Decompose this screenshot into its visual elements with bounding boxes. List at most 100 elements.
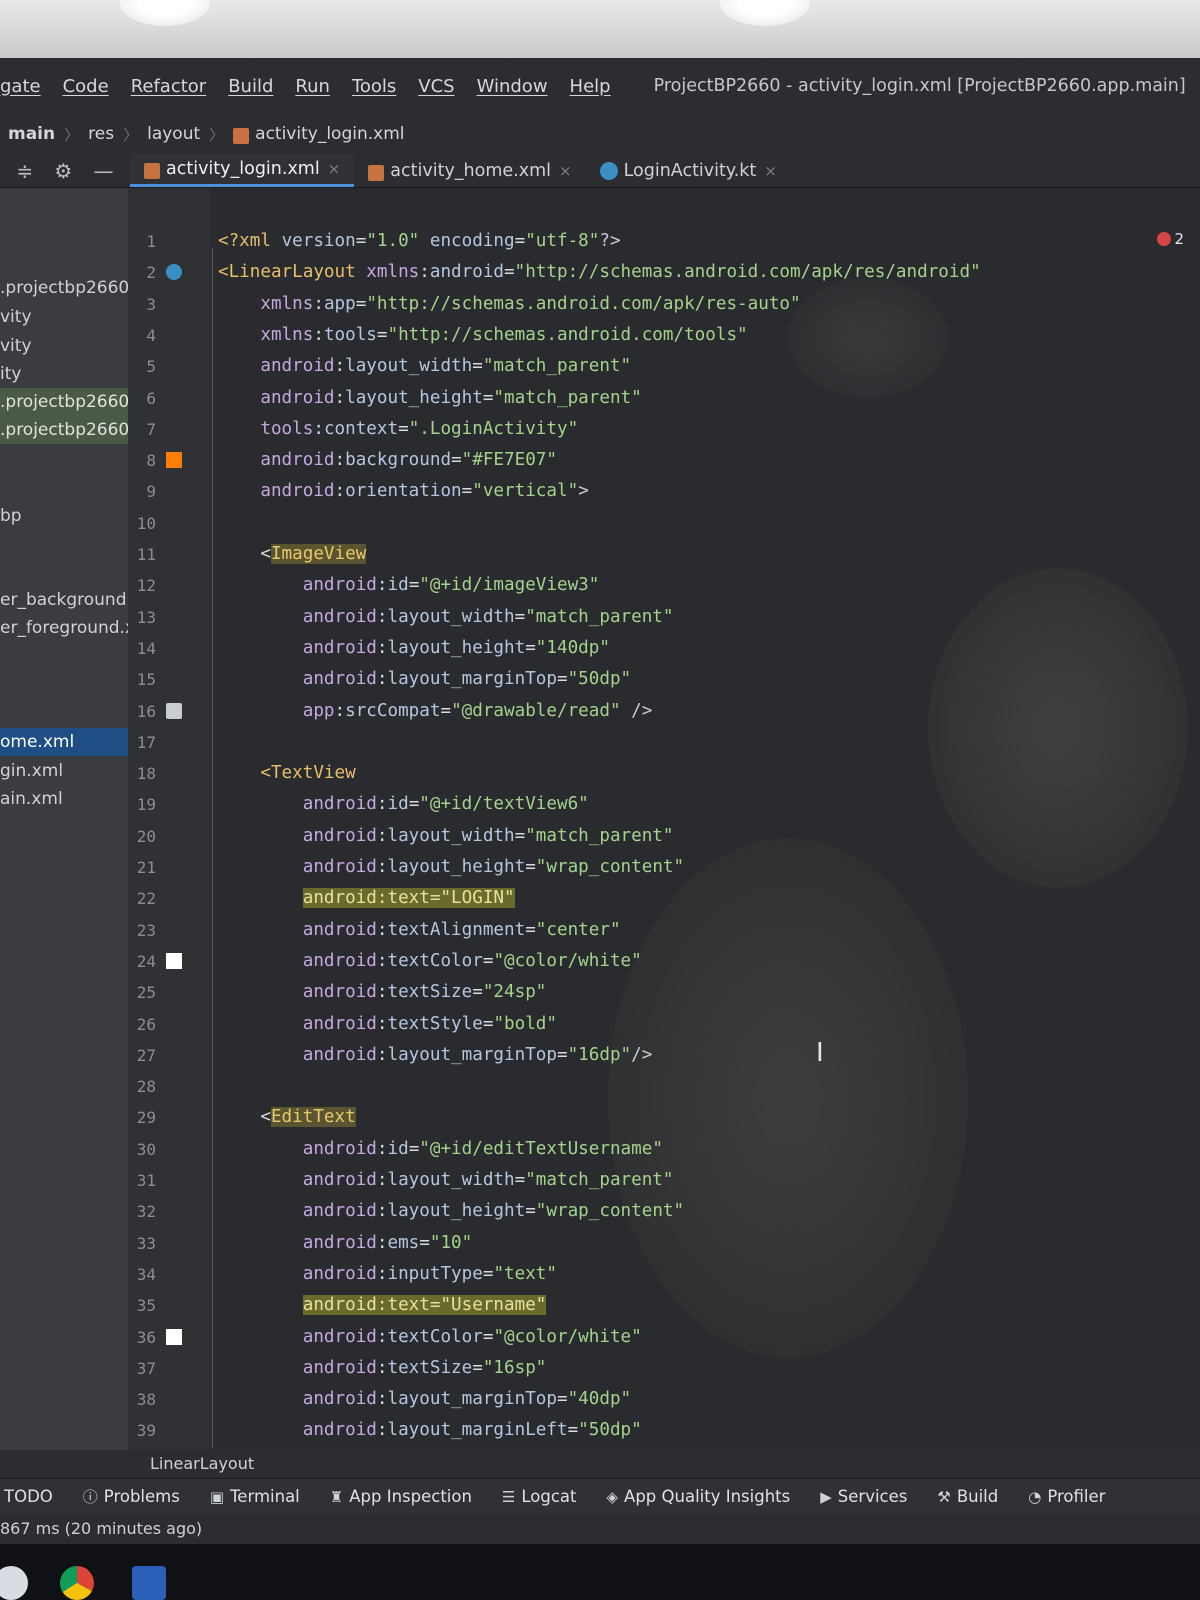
menu-navigate[interactable]: gate <box>0 76 52 97</box>
code-line[interactable]: 2 <LinearLayout xmlns:android="http://sch… <box>128 257 1200 288</box>
line-number: 31 <box>136 1171 156 1190</box>
tree-item[interactable]: .projectbp2660 <box>0 274 128 302</box>
close-icon[interactable]: × <box>559 162 572 180</box>
start-icon[interactable] <box>0 1566 28 1600</box>
code-line[interactable]: 28 <box>128 1071 1200 1102</box>
menu-run[interactable]: Run <box>284 76 341 97</box>
code-line[interactable]: 26 android:textStyle="bold" <box>128 1009 1200 1040</box>
tree-item[interactable]: ain.xml <box>0 785 128 813</box>
menu-window[interactable]: Window <box>466 76 559 97</box>
tree-item[interactable]: er_foreground.xm <box>0 614 128 642</box>
structure-path[interactable]: LinearLayout <box>150 1454 254 1473</box>
code-line[interactable]: 36 android:textColor="@color/white" <box>128 1322 1200 1353</box>
kotlin-class-icon <box>599 161 618 180</box>
code-line[interactable]: 1 <?xml version="1.0" encoding="utf-8"?> <box>128 226 1200 257</box>
tree-item[interactable]: .projectbp2660 ( <box>0 416 128 444</box>
kotlin-class-icon[interactable] <box>166 264 182 281</box>
code-line[interactable]: 13 android:layout_width="match_parent" <box>128 602 1200 633</box>
code-line[interactable]: 15 android:layout_marginTop="50dp" <box>128 664 1200 695</box>
problems-button[interactable]: ⓘ Problems <box>83 1486 180 1507</box>
code-text: android:background="#FE7E07" <box>260 450 557 471</box>
editor-tab-bar: ≑ ⚙ — activity_login.xml × activity_home… <box>0 154 1200 188</box>
build-button[interactable]: ⚒ Build <box>937 1487 998 1506</box>
code-line[interactable]: 31 android:layout_width="match_parent" <box>128 1165 1200 1196</box>
code-line[interactable]: 18 <TextView <box>128 758 1200 789</box>
tree-item[interactable]: vity <box>0 303 128 331</box>
gear-icon[interactable]: ⚙ <box>54 159 72 183</box>
color-swatch-icon[interactable] <box>166 1328 182 1345</box>
code-line[interactable]: 16 app:srcCompat="@drawable/read" /> <box>128 696 1200 727</box>
code-line[interactable]: 30 android:id="@+id/editTextUsername" <box>128 1134 1200 1165</box>
code-line[interactable]: 7 tools:context=".LoginActivity" <box>128 414 1200 445</box>
code-line[interactable]: 14 android:layout_height="140dp" <box>128 633 1200 664</box>
code-line[interactable]: 33 android:ems="10" <box>128 1228 1200 1259</box>
tree-item[interactable]: bp <box>0 502 128 530</box>
terminal-button[interactable]: ▣ Terminal <box>210 1487 300 1506</box>
close-icon[interactable]: × <box>328 160 341 178</box>
code-line[interactable]: 29 <EditText <box>128 1102 1200 1133</box>
menu-tools[interactable]: Tools <box>341 76 407 97</box>
chrome-icon[interactable] <box>60 1566 94 1600</box>
code-line[interactable]: 19 android:id="@+id/textView6" <box>128 789 1200 820</box>
code-text: android:textSize="16sp" <box>302 1357 547 1378</box>
profiler-button[interactable]: ◔ Profiler <box>1028 1487 1105 1506</box>
services-label: Services <box>837 1487 908 1506</box>
code-line[interactable]: 20 android:layout_width="match_parent" <box>128 821 1200 852</box>
services-button[interactable]: ▶ Services <box>820 1487 907 1506</box>
logcat-button[interactable]: ☰ Logcat <box>502 1487 577 1506</box>
menu-vcs[interactable]: VCS <box>407 76 465 97</box>
code-line[interactable]: 11 <ImageView <box>128 539 1200 570</box>
code-line[interactable]: 23 android:textAlignment="center" <box>128 915 1200 946</box>
code-text: android:textColor="@color/white" <box>302 950 642 971</box>
tab-activity-home[interactable]: activity_home.xml × <box>354 154 585 187</box>
code-line[interactable]: 34 android:inputType="text" <box>128 1259 1200 1290</box>
structure-breadcrumb: LinearLayout <box>0 1450 1200 1478</box>
color-swatch-icon[interactable] <box>166 452 182 469</box>
code-line[interactable]: 38 android:layout_marginTop="40dp" <box>128 1384 1200 1415</box>
tree-item[interactable]: vity <box>0 332 128 360</box>
tree-item[interactable]: .projectbp2660 ( <box>0 388 128 416</box>
menu-code[interactable]: Code <box>52 76 120 97</box>
code-line[interactable]: 12 android:id="@+id/imageView3" <box>128 570 1200 601</box>
tab-activity-login[interactable]: activity_login.xml × <box>130 154 355 187</box>
close-icon[interactable]: × <box>764 162 777 180</box>
word-icon[interactable] <box>132 1566 166 1600</box>
tree-item[interactable]: gin.xml <box>0 757 128 785</box>
code-line[interactable]: 25 android:textSize="24sp" <box>128 977 1200 1008</box>
code-line[interactable]: 37 android:textSize="16sp" <box>128 1353 1200 1384</box>
app-inspection-button[interactable]: ♜ App Inspection <box>330 1487 472 1506</box>
code-line[interactable]: 5 android:layout_width="match_parent" <box>128 351 1200 382</box>
breadcrumb-layout[interactable]: layout <box>147 124 200 144</box>
code-line[interactable]: 3 xmlns:app="http://schemas.android.com/… <box>128 289 1200 320</box>
code-line[interactable]: 4 xmlns:tools="http://schemas.android.co… <box>128 320 1200 351</box>
code-line[interactable]: 27 android:layout_marginTop="16dp"/> <box>128 1040 1200 1071</box>
collapse-all-icon[interactable]: ≑ <box>17 159 34 183</box>
tree-item-selected[interactable]: ome.xml <box>0 728 128 756</box>
code-editor[interactable]: 2 1 <?xml version="1.0" encoding="utf-8"?… <box>128 188 1200 1450</box>
code-line[interactable]: 24 android:textColor="@color/white" <box>128 946 1200 977</box>
color-swatch-icon[interactable] <box>166 952 182 969</box>
code-line[interactable]: 35 android:text="Username" <box>128 1290 1200 1321</box>
code-line[interactable]: 32 android:layout_height="wrap_content" <box>128 1196 1200 1227</box>
breadcrumb-res[interactable]: res <box>88 124 114 144</box>
code-line[interactable]: 6 android:layout_height="match_parent" <box>128 383 1200 414</box>
tree-item[interactable]: ity <box>0 360 128 388</box>
code-line[interactable]: 9 android:orientation="vertical"> <box>128 476 1200 507</box>
code-line[interactable]: 10 <box>128 508 1200 539</box>
hide-icon[interactable]: — <box>93 159 113 183</box>
code-line[interactable]: 17 <box>128 727 1200 758</box>
menu-refactor[interactable]: Refactor <box>120 76 218 97</box>
app-quality-insights-button[interactable]: ◈ App Quality Insights <box>607 1487 791 1506</box>
code-line[interactable]: 21 android:layout_height="wrap_content" <box>128 852 1200 883</box>
breadcrumb-file[interactable]: activity_login.xml <box>255 124 404 144</box>
image-preview-icon[interactable] <box>166 702 182 719</box>
code-line[interactable]: 22 android:text="LOGIN" <box>128 883 1200 914</box>
code-line[interactable]: 8 android:background="#FE7E07" <box>128 445 1200 476</box>
code-line[interactable]: 39 android:layout_marginLeft="50dp" <box>128 1415 1200 1446</box>
menu-help[interactable]: Help <box>559 76 622 97</box>
breadcrumb-main[interactable]: main <box>8 124 55 144</box>
todo-button[interactable]: TODO <box>0 1487 53 1506</box>
tree-item[interactable]: er_background.xr <box>0 586 128 614</box>
menu-build[interactable]: Build <box>217 76 284 97</box>
tab-login-activity[interactable]: LoginActivity.kt × <box>586 154 791 187</box>
